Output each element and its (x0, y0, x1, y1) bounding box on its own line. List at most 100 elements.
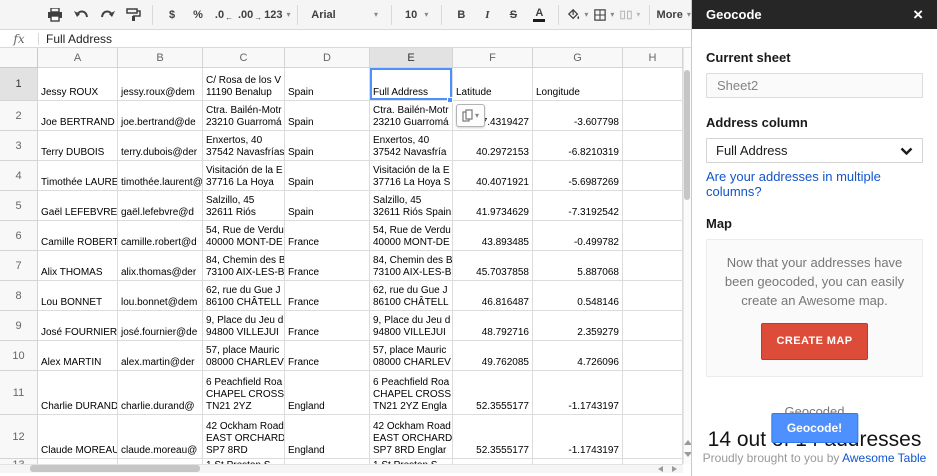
formula-bar-value[interactable]: Full Address (39, 32, 112, 46)
cell-H11[interactable] (623, 371, 683, 415)
cell-H10[interactable] (623, 341, 683, 371)
cell-B8[interactable]: lou.bonnet@dem (118, 281, 203, 311)
paste-special-button[interactable]: ▾ (456, 104, 485, 127)
cell-F11[interactable]: 52.3555177 (453, 371, 533, 415)
row-header-2[interactable]: 2 (0, 101, 38, 131)
row-header-3[interactable]: 3 (0, 131, 38, 161)
cell-B9[interactable]: josé.fournier@de (118, 311, 203, 341)
cell-A12[interactable]: Claude MOREAU (38, 415, 118, 459)
col-header-B[interactable]: B (118, 48, 203, 68)
awesome-table-link[interactable]: Awesome Table (842, 451, 926, 465)
text-color-button[interactable]: A ▾ (529, 3, 549, 27)
cell-B11[interactable]: charlie.durand@ (118, 371, 203, 415)
multiple-columns-link[interactable]: Are your addresses in multiple columns? (706, 169, 923, 199)
cell-C7[interactable]: 84, Chemin des B 73100 AIX-LES-B (203, 251, 285, 281)
cell-D7[interactable]: France (285, 251, 370, 281)
cell-E11[interactable]: 6 Peachfield Roa CHAPEL CROSS TN21 2YZ E… (370, 371, 453, 415)
select-all-corner[interactable] (0, 48, 38, 68)
decrease-decimals-button[interactable]: .0 ← (214, 3, 234, 27)
cell-B5[interactable]: gaël.lefebvre@d (118, 191, 203, 221)
row-header-4[interactable]: 4 (0, 161, 38, 191)
row-header-1[interactable]: 1 (0, 68, 38, 101)
address-column-select[interactable]: Full Address (706, 138, 923, 163)
col-header-E[interactable]: E (370, 48, 453, 68)
cell-D11[interactable]: England (285, 371, 370, 415)
redo-button[interactable] (97, 3, 117, 27)
cell-C2[interactable]: Ctra. Bailén-Motr 23210 Guarromá (203, 101, 285, 131)
cell-C11[interactable]: 6 Peachfield Roa CHAPEL CROSS TN21 2YZ (203, 371, 285, 415)
currency-format-button[interactable]: $ (162, 3, 182, 27)
cell-D1[interactable]: Spain (285, 68, 370, 101)
cell-A7[interactable]: Alix THOMAS (38, 251, 118, 281)
cell-C10[interactable]: 57, place Mauric 08000 CHARLEV (203, 341, 285, 371)
cell-F4[interactable]: 40.4071921 (453, 161, 533, 191)
cell-C1[interactable]: C/ Rosa de los V 11190 Benalup (203, 68, 285, 101)
cell-H8[interactable] (623, 281, 683, 311)
cell-G2[interactable]: -3.607798 (533, 101, 623, 131)
cell-B4[interactable]: timothée.laurent@ (118, 161, 203, 191)
horizontal-scrollbar-thumb[interactable] (30, 465, 200, 472)
cell-F12[interactable]: 52.3555177 (453, 415, 533, 459)
col-header-F[interactable]: F (453, 48, 533, 68)
cell-C9[interactable]: 9, Place du Jeu d 94800 VILLEJUI (203, 311, 285, 341)
cell-A2[interactable]: Joe BERTRAND (38, 101, 118, 131)
cell-F8[interactable]: 46.816487 (453, 281, 533, 311)
row-header-12[interactable]: 12 (0, 415, 38, 459)
cell-D9[interactable]: France (285, 311, 370, 341)
borders-button[interactable]: ▾ (594, 3, 614, 27)
cell-C6[interactable]: 54, Rue de Verdu 40000 MONT-DE (203, 221, 285, 251)
cell-G6[interactable]: -0.499782 (533, 221, 623, 251)
cell-D5[interactable]: Spain (285, 191, 370, 221)
cell-E5[interactable]: Salzillo, 45 32611 Riós Spain (370, 191, 453, 221)
paint-format-button[interactable] (123, 3, 143, 27)
cell-A4[interactable]: Timothée LAURENT (38, 161, 118, 191)
cell-B3[interactable]: terry.dubois@der (118, 131, 203, 161)
percent-format-button[interactable]: % (188, 3, 208, 27)
cell-G3[interactable]: -6.8210319 (533, 131, 623, 161)
cell-G8[interactable]: 0.548146 (533, 281, 623, 311)
cell-E2[interactable]: Ctra. Bailén-Motr 23210 Guarromá (370, 101, 453, 131)
cell-F7[interactable]: 45.7037858 (453, 251, 533, 281)
increase-decimals-button[interactable]: .00 → (238, 3, 262, 27)
cell-C3[interactable]: Enxertos, 40 37542 Navasfrías (203, 131, 285, 161)
vertical-scrollbar-thumb[interactable] (684, 70, 690, 200)
cell-E7[interactable]: 84, Chemin des B 73100 AIX-LES-B (370, 251, 453, 281)
cell-A11[interactable]: Charlie DURAND (38, 371, 118, 415)
cell-A6[interactable]: Camille ROBERT (38, 221, 118, 251)
print-button[interactable] (45, 3, 65, 27)
col-header-D[interactable]: D (285, 48, 370, 68)
number-format-menu[interactable]: 123 ▾ (264, 3, 290, 27)
create-map-button[interactable]: CREATE MAP (760, 323, 869, 360)
cell-G7[interactable]: 5.887068 (533, 251, 623, 281)
cell-H6[interactable] (623, 221, 683, 251)
cell-C8[interactable]: 62, rue du Gue J 86100 CHÂTELL (203, 281, 285, 311)
cell-A8[interactable]: Lou BONNET (38, 281, 118, 311)
cell-H2[interactable] (623, 101, 683, 131)
cell-D10[interactable]: France (285, 341, 370, 371)
cell-H5[interactable] (623, 191, 683, 221)
cell-G10[interactable]: 4.726096 (533, 341, 623, 371)
cell-E6[interactable]: 54, Rue de Verdu 40000 MONT-DE (370, 221, 453, 251)
cell-B6[interactable]: camille.robert@d (118, 221, 203, 251)
cell-H4[interactable] (623, 161, 683, 191)
fill-color-button[interactable]: ▾ (568, 3, 588, 27)
cell-C4[interactable]: Visitación de la E 37716 La Hoya (203, 161, 285, 191)
cell-E4[interactable]: Visitación de la E 37716 La Hoya S (370, 161, 453, 191)
cell-G9[interactable]: 2.359279 (533, 311, 623, 341)
cell-A1[interactable]: Jessy ROUX (38, 68, 118, 101)
col-header-C[interactable]: C (203, 48, 285, 68)
cell-B12[interactable]: claude.moreau@ (118, 415, 203, 459)
cell-A9[interactable]: José FOURNIER (38, 311, 118, 341)
cell-D12[interactable]: England (285, 415, 370, 459)
cell-D2[interactable]: Spain (285, 101, 370, 131)
row-header-9[interactable]: 9 (0, 311, 38, 341)
cell-B7[interactable]: alix.thomas@der (118, 251, 203, 281)
formula-bar[interactable]: fx Full Address (0, 30, 691, 48)
cell-F10[interactable]: 49.762085 (453, 341, 533, 371)
close-icon[interactable]: × (913, 6, 923, 23)
font-family-select[interactable]: Arial ▾ (307, 3, 382, 27)
cell-F3[interactable]: 40.2972153 (453, 131, 533, 161)
cell-B2[interactable]: joe.bertrand@de (118, 101, 203, 131)
cell-H7[interactable] (623, 251, 683, 281)
scroll-left-arrow[interactable] (658, 466, 663, 472)
